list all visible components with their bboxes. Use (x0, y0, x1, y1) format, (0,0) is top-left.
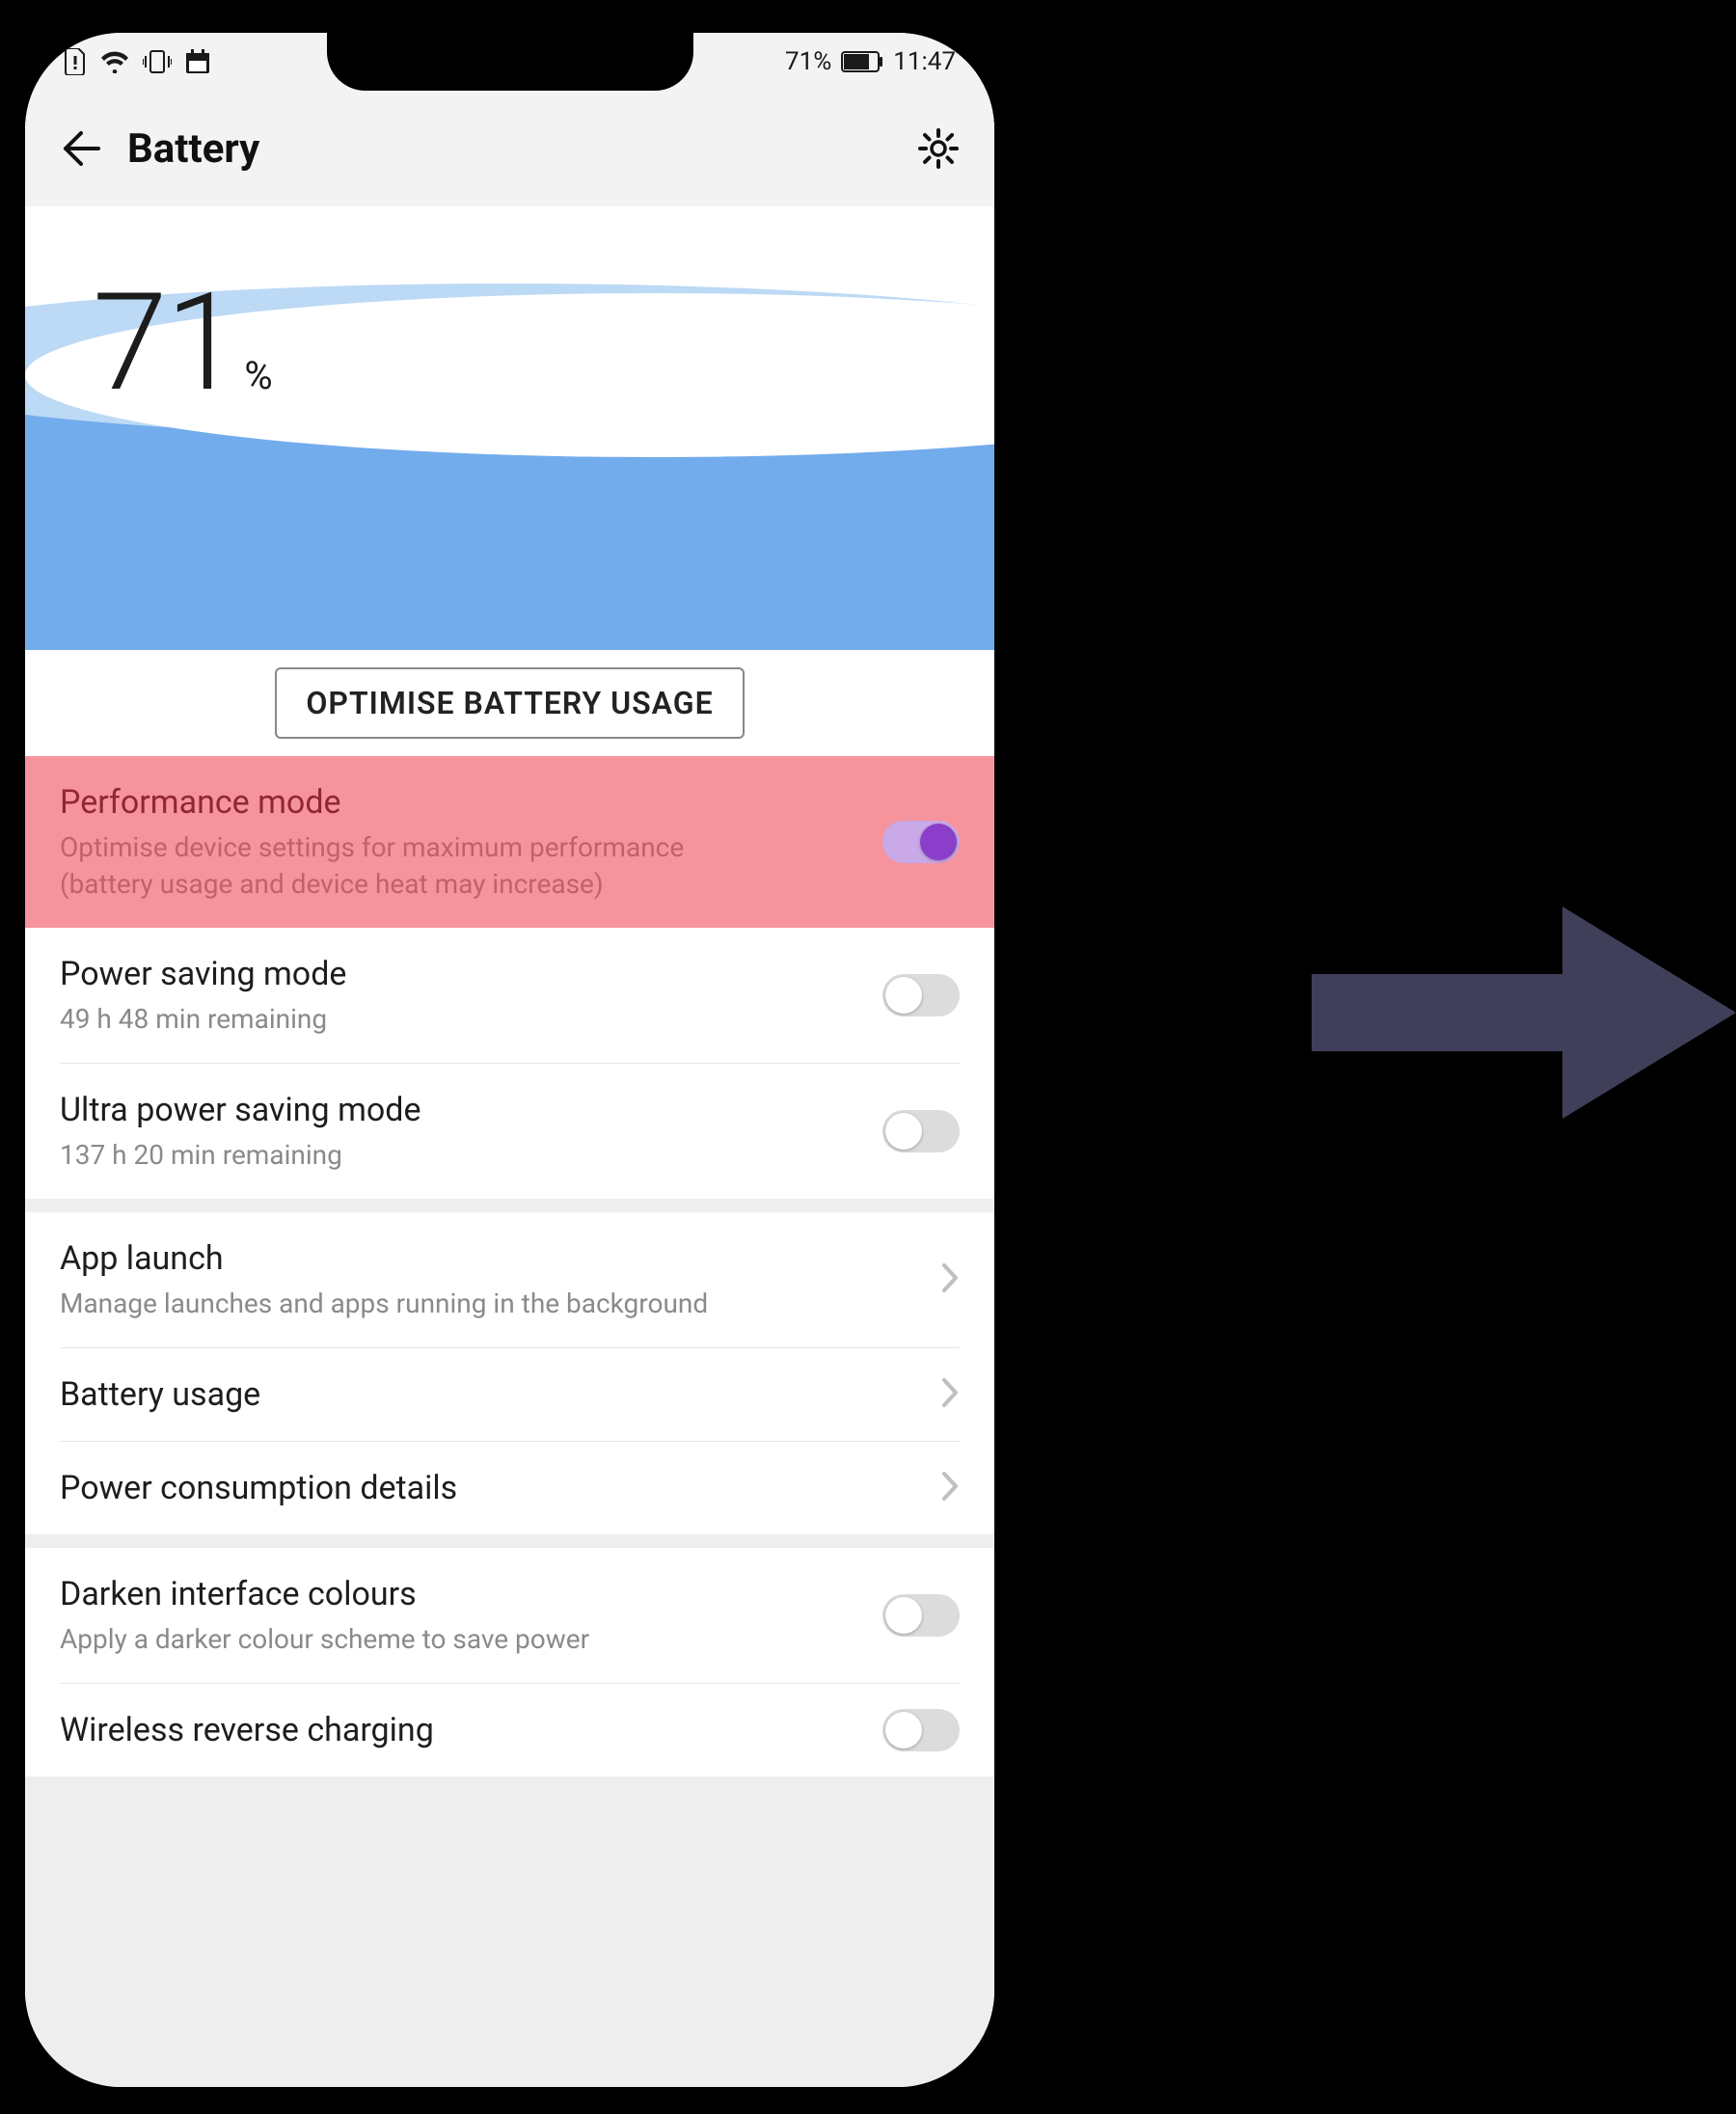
battery-level-percent-symbol: % (238, 353, 270, 398)
status-right: 71% 11:47 (785, 47, 956, 76)
power-consumption-row[interactable]: Power consumption details (25, 1442, 994, 1534)
content-area: 71% OPTIMISE BATTERY USAGE Performance m… (25, 206, 994, 2087)
ultra-power-saving-row[interactable]: Ultra power saving mode 137 h 20 min rem… (25, 1064, 994, 1199)
battery-level-value: 71 (93, 264, 238, 422)
darken-colours-toggle[interactable] (882, 1594, 960, 1637)
ultra-power-saving-subtitle: 137 h 20 min remaining (60, 1137, 754, 1174)
darken-colours-subtitle: Apply a darker colour scheme to save pow… (60, 1621, 754, 1658)
arrow-left-icon (60, 127, 102, 170)
big-arrow-icon (1273, 868, 1736, 1161)
status-left (64, 48, 210, 75)
optimise-wrap: OPTIMISE BATTERY USAGE (25, 650, 994, 756)
battery-usage-label: Battery usage (60, 1373, 921, 1416)
extras-group: Darken interface colours Apply a darker … (25, 1548, 994, 1776)
vibrate-icon (143, 49, 172, 74)
performance-mode-toggle[interactable] (882, 821, 960, 863)
optimise-battery-button[interactable]: OPTIMISE BATTERY USAGE (275, 667, 744, 739)
wifi-icon (100, 50, 129, 73)
app-launch-row[interactable]: App launch Manage launches and apps runn… (25, 1212, 994, 1347)
phone-frame: 71% 11:47 Battery 71% OPTIMISE BA (25, 33, 994, 2087)
performance-mode-label: Performance mode (60, 781, 863, 824)
battery-wave-panel: 71% (25, 206, 994, 650)
notch (327, 33, 693, 91)
wireless-reverse-charging-label: Wireless reverse charging (60, 1709, 863, 1751)
battery-usage-row[interactable]: Battery usage (25, 1348, 994, 1441)
wireless-reverse-charging-row[interactable]: Wireless reverse charging (25, 1684, 994, 1776)
settings-button[interactable] (911, 122, 965, 176)
back-button[interactable] (54, 122, 108, 176)
page-title: Battery (127, 125, 911, 173)
app-launch-subtitle: Manage launches and apps running in the … (60, 1286, 754, 1322)
battery-icon (841, 51, 883, 72)
ultra-power-saving-label: Ultra power saving mode (60, 1089, 863, 1131)
links-group: App launch Manage launches and apps runn… (25, 1212, 994, 1534)
power-saving-mode-row[interactable]: Power saving mode 49 h 48 min remaining (25, 928, 994, 1063)
power-saving-mode-toggle[interactable] (882, 974, 960, 1016)
sim-alert-icon (64, 48, 87, 75)
darken-colours-label: Darken interface colours (60, 1573, 863, 1615)
status-time: 11:47 (893, 47, 956, 76)
gear-icon (917, 127, 960, 170)
performance-mode-subtitle: Optimise device settings for maximum per… (60, 829, 754, 903)
modes-group: Performance mode Optimise device setting… (25, 756, 994, 1199)
status-battery-percent: 71% (785, 47, 831, 76)
header-bar: Battery (25, 91, 994, 206)
app-launch-label: App launch (60, 1237, 921, 1280)
calendar-icon (185, 49, 210, 74)
power-consumption-label: Power consumption details (60, 1467, 921, 1509)
battery-level-number: 71% (93, 264, 271, 422)
ultra-power-saving-toggle[interactable] (882, 1110, 960, 1152)
darken-colours-row[interactable]: Darken interface colours Apply a darker … (25, 1548, 994, 1683)
chevron-right-icon (940, 1470, 960, 1506)
power-saving-mode-label: Power saving mode (60, 953, 863, 995)
chevron-right-icon (940, 1261, 960, 1298)
wireless-reverse-charging-toggle[interactable] (882, 1709, 960, 1751)
performance-mode-row[interactable]: Performance mode Optimise device setting… (25, 756, 994, 928)
power-saving-mode-subtitle: 49 h 48 min remaining (60, 1001, 754, 1038)
chevron-right-icon (940, 1376, 960, 1413)
